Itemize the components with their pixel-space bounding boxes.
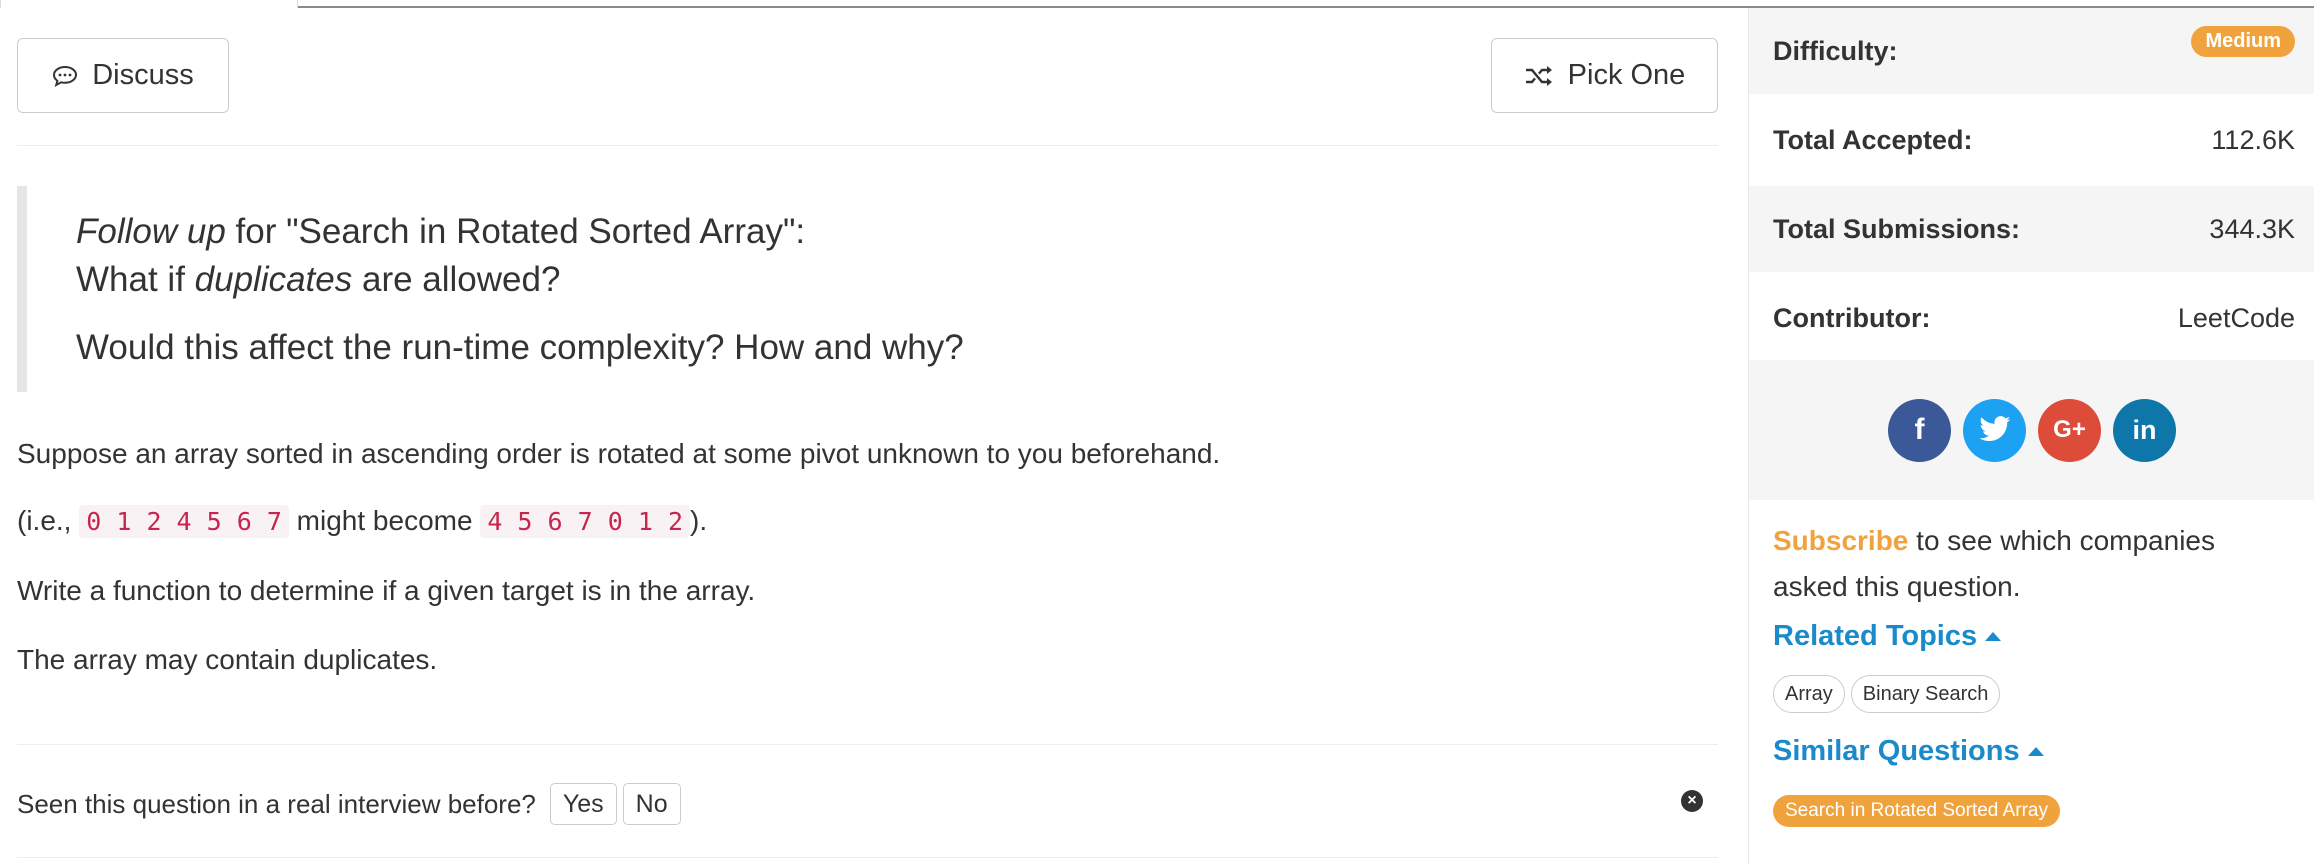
no-button[interactable]: No [622,783,681,825]
pick-one-button[interactable]: Pick One [1491,38,1718,113]
topic-tag-array[interactable]: Array [1773,675,1845,713]
difficulty-badge: Medium [2191,25,2295,57]
total-submissions-value: 344.3K [2209,213,2295,244]
total-accepted-value: 112.6K [2211,124,2295,155]
google-plus-icon[interactable]: G+ [2038,398,2101,462]
subscribe-link[interactable]: Subscribe [1773,525,1908,556]
active-tab-edge [0,0,298,8]
similar-questions-list: Search in Rotated Sorted Array [1773,795,2060,827]
similar-questions-toggle[interactable]: Similar Questions [1773,735,2044,768]
topic-tag-binary-search[interactable]: Binary Search [1850,675,2001,713]
similar-question-tag[interactable]: Search in Rotated Sorted Array [1773,795,2060,827]
facebook-icon[interactable]: f [1888,398,1951,462]
description-paragraph-1: Suppose an array sorted in ascending ord… [17,438,1221,469]
shuffle-icon [1524,64,1554,88]
total-accepted-label: Total Accepted: [1773,124,1973,155]
divider [17,744,1718,745]
contributor-value[interactable]: LeetCode [2178,303,2295,334]
description-paragraph-4: The array may contain duplicates. [17,644,438,675]
discuss-button[interactable]: Discuss [17,38,229,113]
total-submissions-row: Total Submissions: 344.3K [1749,186,2314,272]
similar-questions-title: Similar Questions [1773,735,2020,767]
discuss-button-label: Discuss [92,59,194,91]
problem-sidebar: Difficulty: Medium Total Accepted: 112.6… [1748,8,2314,864]
duplicates-question: What if duplicates are allowed? [76,260,561,299]
comment-icon [52,65,78,87]
interview-question-text: Seen this question in a real interview b… [17,788,536,819]
code-array-original: 0 1 2 4 5 6 7 [79,505,289,538]
pick-one-button-label: Pick One [1567,59,1686,91]
twitter-icon[interactable] [1963,398,2026,462]
yes-button[interactable]: Yes [549,783,617,825]
problem-page: Discuss Pick One Follow up for "Search i… [0,0,2314,864]
difficulty-label: Difficulty: [1773,35,1898,66]
total-accepted-row: Total Accepted: 112.6K [1749,97,2314,183]
description-paragraph-2: (i.e., 0 1 2 4 5 6 7 might become 4 5 6 … [17,505,708,538]
divider [17,145,1718,146]
description-paragraph-3: Write a function to determine if a given… [17,575,756,606]
related-topics-list: Array Binary Search [1773,675,2001,713]
caret-up-icon [1985,632,2002,641]
linkedin-icon[interactable]: in [2113,398,2176,462]
close-icon[interactable]: × [1681,790,1703,812]
follow-up-blockquote: Follow up for "Search in Rotated Sorted … [17,186,1718,392]
related-topics-toggle[interactable]: Related Topics [1773,620,2002,653]
contributor-label: Contributor: [1773,302,1931,333]
total-submissions-label: Total Submissions: [1773,213,2021,244]
divider [17,857,1718,858]
share-buttons: f G+ in [1749,360,2314,500]
subscribe-note: Subscribe to see which companies asked t… [1773,525,2215,602]
follow-up-line: Follow up for "Search in Rotated Sorted … [76,212,806,251]
related-topics-title: Related Topics [1773,620,1978,652]
complexity-question: Would this affect the run-time complexit… [76,328,964,367]
caret-up-icon [2027,747,2044,756]
contributor-row: Contributor: LeetCode [1749,275,2314,361]
interview-prompt: Seen this question in a real interview b… [17,782,681,826]
code-array-rotated: 4 5 6 7 0 1 2 [480,505,690,538]
difficulty-row: Difficulty: Medium [1749,8,2314,94]
